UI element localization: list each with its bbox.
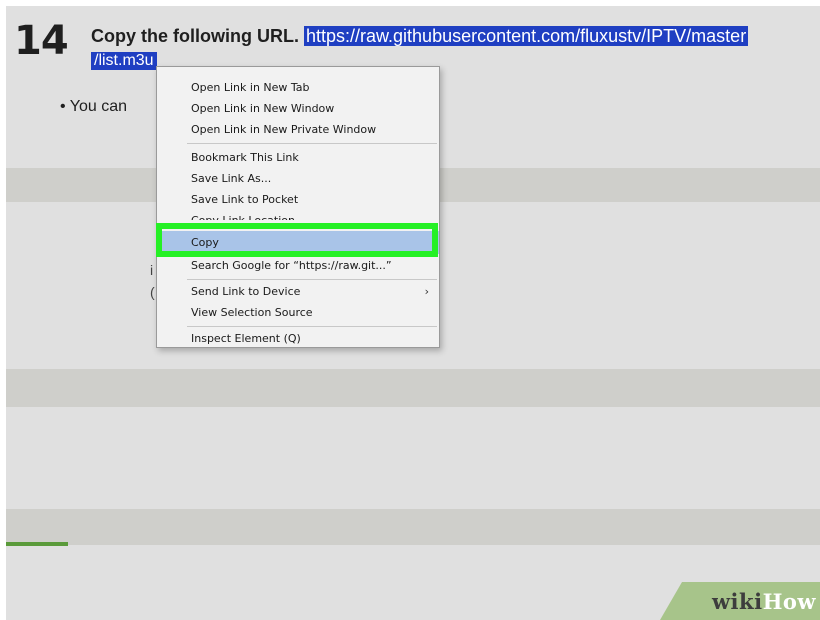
menu-item-view-selection-source[interactable]: View Selection Source: [157, 302, 439, 323]
obscured-text: i: [150, 262, 154, 278]
wikihow-watermark: wikiHow: [660, 582, 820, 620]
menu-item-copy-link-location[interactable]: Copy Link Location: [157, 210, 439, 220]
submenu-arrow-icon: ›: [424, 285, 429, 298]
menu-item-save-link-as[interactable]: Save Link As...: [157, 168, 439, 189]
menu-item-bookmark-link[interactable]: Bookmark This Link: [157, 147, 439, 168]
step-instruction: Copy the following URL. https://raw.gith…: [91, 26, 749, 47]
menu-separator: [187, 326, 437, 327]
menu-item-send-link-to-device[interactable]: Send Link to Device ›: [157, 281, 439, 302]
menu-item-open-private-window[interactable]: Open Link in New Private Window: [157, 119, 439, 140]
grey-band: [6, 369, 820, 407]
bullet-text: • You can: [60, 98, 128, 115]
menu-item-open-new-window[interactable]: Open Link in New Window: [157, 98, 439, 119]
step-number: 14: [14, 18, 69, 64]
menu-item-label: Send Link to Device: [191, 285, 301, 298]
watermark-logo-text: wikiHow: [712, 589, 816, 614]
menu-item-save-to-pocket[interactable]: Save Link to Pocket: [157, 189, 439, 210]
menu-item-copy[interactable]: Copy: [157, 231, 439, 254]
menu-item-open-new-tab[interactable]: Open Link in New Tab: [157, 77, 439, 98]
progress-bar: [6, 542, 68, 546]
context-menu: Open Link in New Tab Open Link in New Wi…: [156, 66, 440, 348]
selected-url-link[interactable]: https://raw.githubusercontent.com/fluxus…: [304, 26, 749, 46]
grey-band: [6, 509, 820, 545]
selected-url-link-continued[interactable]: /list.m3u: [91, 52, 157, 70]
bullet-label: You can: [69, 98, 128, 115]
menu-item-search-google[interactable]: Search Google for “https://raw.git...”: [157, 255, 439, 276]
menu-separator: [187, 143, 437, 144]
menu-item-inspect-element[interactable]: Inspect Element (Q): [157, 328, 439, 349]
menu-separator: [187, 279, 437, 280]
obscured-text: (: [150, 284, 155, 300]
watermark-how: How: [762, 589, 816, 614]
watermark-wiki: wiki: [711, 589, 763, 614]
step-title: Copy the following URL.: [91, 26, 299, 46]
